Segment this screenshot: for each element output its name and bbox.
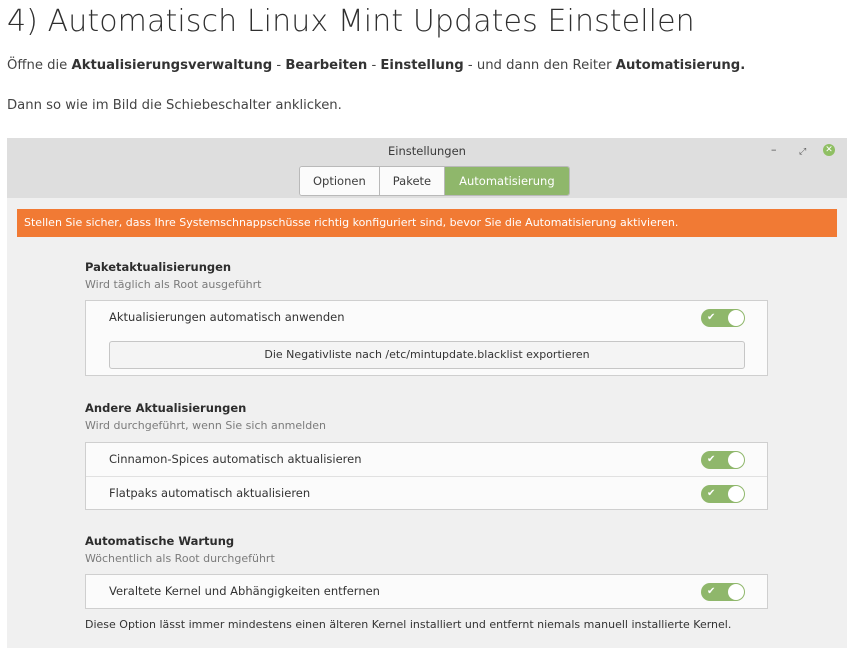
- check-icon: ✔: [707, 586, 716, 597]
- flatpaks-switch[interactable]: ✔: [701, 485, 745, 503]
- settings-row: Cinnamon-Spices automatisch aktualisiere…: [86, 443, 767, 476]
- other-updates-panel: Cinnamon-Spices automatisch aktualisiere…: [85, 442, 768, 510]
- switch-knob: [728, 452, 744, 468]
- section-subtitle-maintenance: Wöchentlich als Root durchgeführt: [85, 552, 275, 565]
- settings-row: Flatpaks automatisch aktualisieren ✔: [86, 476, 767, 510]
- remove-kernels-switch[interactable]: ✔: [701, 583, 745, 601]
- tab-optionen[interactable]: Optionen: [300, 167, 380, 195]
- check-icon: ✔: [707, 488, 716, 499]
- instruction-paragraph-2: Dann so wie im Bild die Schiebeschalter …: [7, 98, 342, 113]
- instruction-bold-update-manager: Aktualisierungsverwaltung: [71, 58, 273, 73]
- flatpaks-label: Flatpaks automatisch aktualisieren: [109, 486, 311, 500]
- cinnamon-spices-label: Cinnamon-Spices automatisch aktualisiere…: [109, 452, 362, 466]
- instruction-text-2: -: [272, 58, 286, 73]
- instruction-text-3: -: [367, 58, 381, 73]
- check-icon: ✔: [707, 312, 716, 323]
- settings-row: Aktualisierungen automatisch anwenden ✔: [86, 301, 767, 334]
- section-title-package-updates: Paketaktualisierungen: [85, 260, 232, 274]
- check-icon: ✔: [707, 454, 716, 465]
- tab-automatisierung[interactable]: Automatisierung: [445, 167, 569, 195]
- maximize-icon[interactable]: ⤢: [799, 145, 806, 159]
- auto-apply-switch[interactable]: ✔: [701, 309, 745, 327]
- window-title: Einstellungen: [388, 144, 466, 158]
- window-titlebar: Einstellungen – ⤢ ✕ Optionen Pakete Auto…: [7, 138, 847, 198]
- switch-knob: [728, 486, 744, 502]
- settings-row: Veraltete Kernel und Abhängigkeiten entf…: [86, 575, 767, 608]
- export-blacklist-button[interactable]: Die Negativliste nach /etc/mintupdate.bl…: [109, 341, 745, 369]
- tab-bar: Optionen Pakete Automatisierung: [299, 166, 570, 196]
- settings-window: Einstellungen – ⤢ ✕ Optionen Pakete Auto…: [7, 138, 847, 648]
- article-heading: 4) Automatisch Linux Mint Updates Einste…: [7, 4, 695, 39]
- close-icon[interactable]: ✕: [823, 144, 835, 156]
- warning-banner: Stellen Sie sicher, dass Ihre Systemschn…: [17, 209, 837, 237]
- instruction-text-4: - und dann den Reiter: [463, 58, 616, 73]
- section-subtitle-other-updates: Wird durchgeführt, wenn Sie sich anmelde…: [85, 419, 326, 432]
- remove-kernels-label: Veraltete Kernel und Abhängigkeiten entf…: [109, 584, 380, 598]
- cinnamon-spices-switch[interactable]: ✔: [701, 451, 745, 469]
- auto-apply-label: Aktualisierungen automatisch anwenden: [109, 310, 345, 324]
- switch-knob: [728, 584, 744, 600]
- instruction-bold-settings: Einstellung: [380, 58, 464, 73]
- maintenance-panel: Veraltete Kernel und Abhängigkeiten entf…: [85, 574, 768, 609]
- instruction-paragraph: Öffne die Aktualisierungsverwaltung - Be…: [7, 58, 745, 73]
- instruction-bold-edit: Bearbeiten: [285, 58, 368, 73]
- switch-knob: [728, 310, 744, 326]
- package-updates-panel: Aktualisierungen automatisch anwenden ✔ …: [85, 300, 768, 376]
- kernel-note: Diese Option lässt immer mindestens eine…: [85, 618, 732, 631]
- tab-pakete[interactable]: Pakete: [379, 167, 446, 195]
- instruction-bold-automation: Automatisierung.: [615, 58, 746, 73]
- instruction-text-1: Öffne die: [7, 58, 72, 73]
- minimize-icon[interactable]: –: [771, 143, 777, 157]
- section-title-other-updates: Andere Aktualisierungen: [85, 401, 247, 415]
- section-subtitle-package-updates: Wird täglich als Root ausgeführt: [85, 278, 262, 291]
- section-title-maintenance: Automatische Wartung: [85, 534, 235, 548]
